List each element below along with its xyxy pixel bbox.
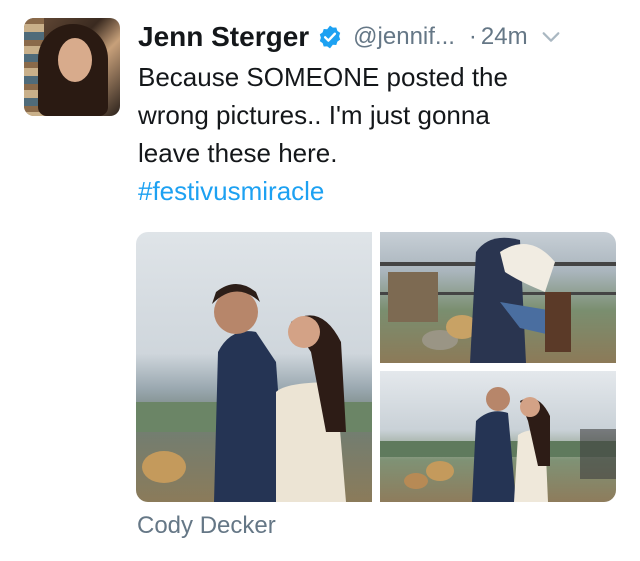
tweet-text-line: wrong pictures.. I'm just gonna xyxy=(138,100,490,130)
media-caption[interactable]: Cody Decker xyxy=(137,512,276,540)
author-handle[interactable]: @jennif... xyxy=(353,23,455,51)
media-grid xyxy=(136,232,616,502)
photo-1[interactable] xyxy=(136,232,372,502)
couple-photo-illustration xyxy=(380,387,616,502)
photo-3[interactable] xyxy=(380,371,616,502)
hashtag-link[interactable]: #festivusmiracle xyxy=(138,172,618,210)
couple-photo-illustration xyxy=(136,284,372,502)
avatar-face xyxy=(58,38,92,82)
tweet-text: Because SOMEONE posted the wrong picture… xyxy=(138,58,618,210)
avatar[interactable] xyxy=(24,18,120,116)
tweet-header: Jenn Sterger @jennif... · 24m xyxy=(138,18,628,56)
chevron-down-icon[interactable] xyxy=(540,26,562,48)
photo-2[interactable] xyxy=(380,232,616,363)
verified-badge-icon xyxy=(319,25,341,49)
time-separator: · xyxy=(468,23,477,50)
tweet-timestamp[interactable]: 24m xyxy=(481,23,528,51)
author-name[interactable]: Jenn Sterger xyxy=(138,21,309,53)
tweet-text-line: leave these here. xyxy=(138,138,338,168)
tweet-text-line: Because SOMEONE posted the xyxy=(138,62,508,92)
couple-photo-illustration xyxy=(380,237,616,363)
